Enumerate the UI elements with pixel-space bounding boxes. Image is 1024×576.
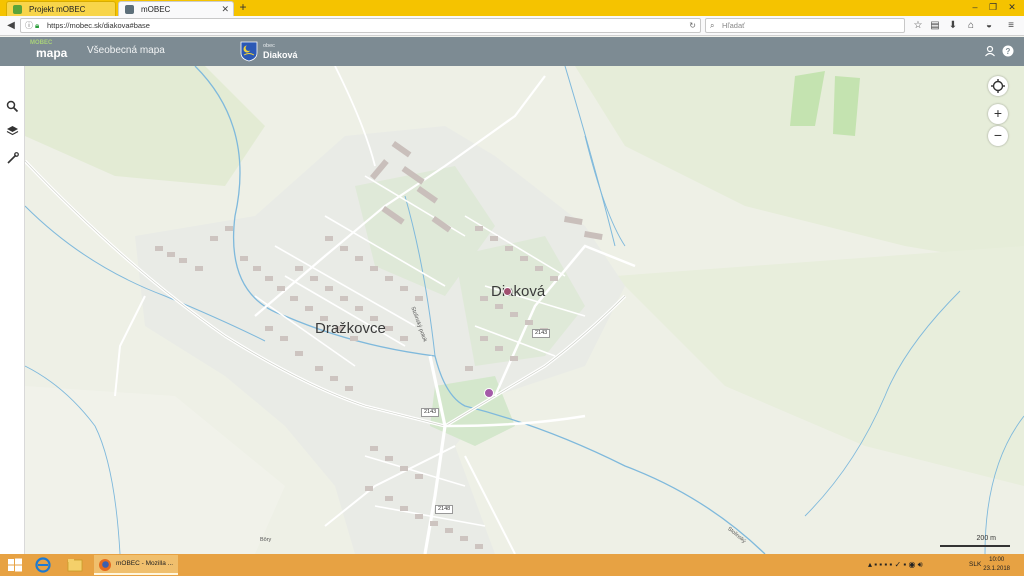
windows-start-icon[interactable] (6, 556, 24, 574)
zoom-out-button[interactable]: − (988, 126, 1008, 146)
url-text: https://mobec.sk/diakova#base (47, 21, 150, 30)
file-explorer-icon[interactable] (66, 556, 84, 574)
internet-explorer-icon[interactable] (34, 556, 52, 574)
tab-favicon-icon (125, 5, 134, 14)
info-icon[interactable]: ⓘ (25, 19, 33, 32)
scale-bar: 200 m (940, 535, 1010, 547)
back-button[interactable]: ◀ (4, 19, 18, 33)
layers-icon[interactable] (6, 125, 19, 138)
restore-window-button[interactable]: ❐ (986, 0, 1000, 14)
windows-taskbar: mOBEC - Mozilla ... ▴ ▪ ▪ ▪ ▪ ✓ ▪ ◉ 🔊︎ S… (0, 554, 1024, 576)
library-icon[interactable]: ▤ (928, 19, 942, 33)
downloads-icon[interactable]: ⬇ (946, 19, 960, 33)
search-icon[interactable] (6, 100, 19, 113)
tab-label: mOBEC (141, 5, 171, 14)
firefox-icon (99, 559, 111, 571)
reload-icon[interactable]: ↻ (689, 19, 696, 32)
tab-label: Projekt mOBEC (29, 5, 86, 14)
map-render (25, 66, 1024, 554)
municipality-name: Diaková (263, 50, 298, 60)
close-window-button[interactable]: ✕ (1005, 0, 1019, 14)
map-canvas[interactable]: Dražkovce Diaková Stolinský potok Stolin… (25, 66, 1024, 554)
app-header: MOBEC mapa Všeobecná mapa obec Diaková ? (0, 37, 1024, 66)
tab-projekt-mobec[interactable]: Projekt mOBEC (6, 1, 116, 16)
tray-icons[interactable]: ▴ ▪ ▪ ▪ ▪ ✓ ▪ ◉ 🔊︎ (868, 560, 923, 570)
taskbar-task-label: mOBEC - Mozilla ... (116, 560, 174, 567)
url-bar[interactable]: ⓘ 🔒︎ https://mobec.sk/diakova#base ↻ (20, 18, 701, 33)
road-number-label: 2148 (435, 505, 454, 514)
logo-main-text: mapa (36, 46, 68, 60)
road-number-label: 2143 (421, 408, 440, 417)
taskbar-firefox-task[interactable]: mOBEC - Mozilla ... (94, 555, 178, 575)
zoom-in-button[interactable]: + (988, 104, 1008, 124)
menu-icon[interactable]: ≡ (1004, 19, 1018, 33)
crosshair-icon (991, 79, 1005, 93)
map-tools-sidebar (0, 66, 25, 554)
home-icon[interactable]: ⌂ (964, 19, 978, 33)
svg-text:?: ? (1006, 47, 1011, 56)
municipality-type-label: obec (263, 43, 275, 49)
place-label-drazkovce: Dražkovce (315, 320, 386, 337)
clock-time: 10:00 (989, 557, 1005, 563)
measure-tool-icon[interactable] (6, 152, 19, 165)
locality-label: Bôry (260, 537, 272, 543)
poi-marker[interactable] (484, 388, 494, 398)
tab-favicon-icon (13, 5, 22, 14)
pocket-icon[interactable]: ◒ (982, 19, 996, 33)
input-language[interactable]: SLK (969, 561, 981, 568)
map-type-title[interactable]: Všeobecná mapa (87, 45, 165, 56)
place-label-diakova: Diaková (491, 283, 546, 300)
bookmark-star-icon[interactable]: ☆ (911, 19, 925, 33)
locate-me-button[interactable] (988, 76, 1008, 96)
browser-tab-strip: Projekt mOBEC mOBEC ✕ + – ❐ ✕ (0, 0, 1024, 16)
search-placeholder: Hľadať (722, 21, 745, 30)
close-tab-icon[interactable]: ✕ (221, 2, 229, 17)
search-input[interactable]: ⌕ Hľadať (705, 18, 905, 33)
tab-mobec[interactable]: mOBEC ✕ (118, 1, 234, 16)
new-tab-button[interactable]: + (236, 1, 250, 15)
mobec-logo[interactable]: MOBEC mapa (30, 40, 68, 62)
minimize-window-button[interactable]: – (968, 0, 982, 14)
user-icon[interactable] (984, 45, 996, 57)
municipality-office-marker[interactable] (503, 287, 512, 296)
road-number-label: 2143 (532, 329, 551, 338)
municipality-crest-icon (240, 41, 258, 62)
lock-icon: 🔒︎ (35, 21, 40, 30)
search-icon: ⌕ (710, 21, 715, 30)
browser-nav-bar: ◀ ⓘ 🔒︎ https://mobec.sk/diakova#base ↻ ⌕… (0, 16, 1024, 36)
help-icon[interactable]: ? (1002, 45, 1014, 57)
clock-date: 23.1.2018 (983, 566, 1010, 572)
system-clock[interactable]: 10:00 23.1.2018 (983, 556, 1010, 574)
